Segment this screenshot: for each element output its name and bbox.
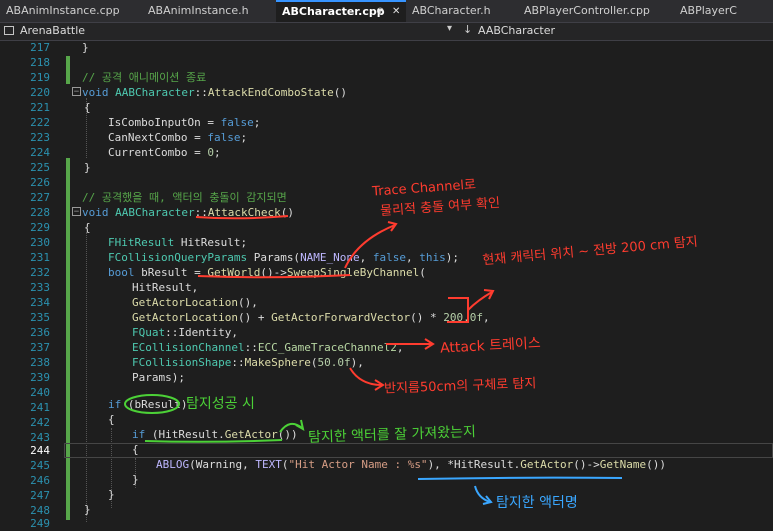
arrow-current-position (467, 291, 493, 311)
underline-getactor (144, 439, 283, 443)
underline-sweep (197, 274, 351, 279)
circle-bresult (124, 394, 180, 414)
bracket-location (447, 297, 469, 323)
annotation-overlay (124, 215, 623, 505)
underline-attackcheck (195, 215, 289, 220)
arrow-got-actor (279, 422, 303, 433)
annotation-actor-name: 탐지한 액터명 (496, 495, 578, 511)
underline-getname (417, 476, 623, 480)
annotation-detect-success: 탐지성공 시 (186, 396, 255, 412)
arrow-trace-channel (344, 224, 396, 269)
arrow-head (295, 419, 305, 431)
